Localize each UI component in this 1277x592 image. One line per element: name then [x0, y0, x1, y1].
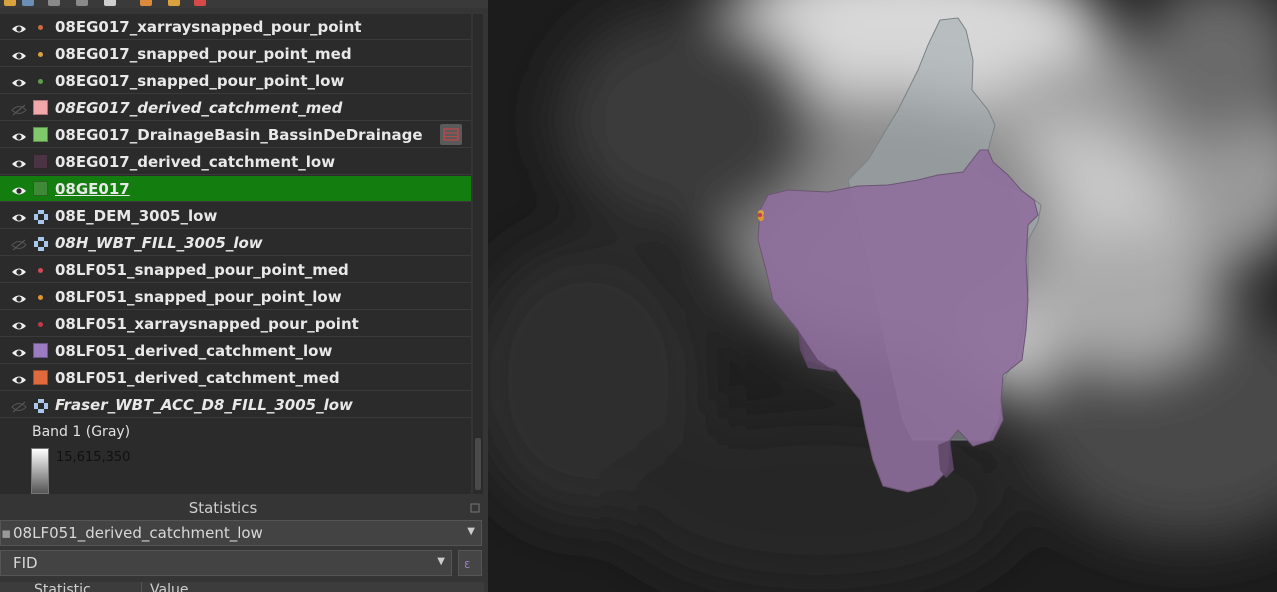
layer-name: 08E_DEM_3005_low — [55, 207, 218, 225]
eye-hidden-icon[interactable] — [11, 236, 27, 251]
layer-name: 08H_WBT_FILL_3005_low — [55, 234, 263, 252]
remove-layer-icon[interactable] — [194, 0, 206, 6]
scrollbar-thumb[interactable] — [475, 438, 481, 490]
layer-name: 08EG017_xarraysnapped_pour_point — [55, 18, 362, 36]
polygon-symbol-icon — [33, 127, 48, 142]
layer-row[interactable]: 08GE017 — [0, 176, 471, 202]
layer-tree: 08EG017_xarraysnapped_pour_point 08EG017_… — [0, 14, 471, 494]
eye-icon[interactable] — [11, 47, 27, 60]
column-header-value[interactable]: Value — [150, 582, 188, 592]
manage-map-themes-icon[interactable] — [168, 0, 180, 6]
raster-layer-icon — [34, 398, 48, 417]
expression-icon: ε — [464, 557, 471, 571]
layer-name: 08LF051_snapped_pour_point_low — [55, 288, 342, 306]
layer-name: 08LF051_snapped_pour_point_med — [55, 261, 349, 279]
eye-icon[interactable] — [11, 20, 27, 33]
filter-legend-icon[interactable] — [48, 0, 60, 6]
layer-row[interactable]: 08LF051_snapped_pour_point_med — [0, 257, 471, 283]
layer-row[interactable]: 08EG017_derived_catchment_low — [0, 149, 471, 175]
layer-name: 08LF051_derived_catchment_med — [55, 369, 340, 387]
map-canvas[interactable] — [488, 0, 1277, 592]
eye-icon[interactable] — [11, 371, 27, 384]
raster-layer-icon — [34, 236, 48, 255]
polygon-symbol-icon — [33, 154, 48, 169]
add-group-icon[interactable] — [22, 0, 34, 6]
column-header-statistic[interactable]: Statistic — [34, 582, 91, 592]
layer-row[interactable]: 08EG017_snapped_pour_point_low — [0, 68, 471, 94]
layer-row[interactable]: 08LF051_xarraysnapped_pour_point — [0, 311, 471, 337]
layer-row[interactable]: 08EG017_xarraysnapped_pour_point — [0, 14, 471, 40]
eye-icon[interactable] — [11, 263, 27, 276]
chevron-down-icon: ▼ — [437, 556, 445, 567]
layer-row[interactable]: 08EG017_DrainageBasin_BassinDeDrainage — [0, 122, 471, 148]
raster-layer-icon — [34, 209, 48, 228]
eye-icon[interactable] — [11, 182, 27, 195]
expression-button[interactable]: ε — [458, 550, 482, 576]
filter-expression-icon[interactable] — [76, 0, 88, 6]
layer-row[interactable]: 08E_DEM_3005_low — [0, 203, 471, 229]
eye-hidden-icon[interactable] — [11, 398, 27, 413]
layer-row[interactable]: 08LF051_snapped_pour_point_low — [0, 284, 471, 310]
statistics-layer-select[interactable]: ▪ 08LF051_derived_catchment_low ▼ — [0, 520, 482, 546]
statistics-table-header: Statistic Value — [0, 582, 484, 592]
layer-row[interactable]: Fraser_WBT_ACC_D8_FILL_3005_low — [0, 392, 471, 418]
layer-name: 08GE017 — [55, 180, 130, 198]
statistics-panel-title: Statistics — [188, 499, 258, 517]
map-view — [488, 0, 1277, 592]
expand-all-icon[interactable] — [104, 0, 116, 6]
layers-toolbar — [0, 0, 488, 8]
point-symbol-icon — [38, 295, 43, 300]
polygon-symbol-icon — [33, 181, 48, 196]
layer-row[interactable]: 08H_WBT_FILL_3005_low — [0, 230, 471, 256]
layer-name: 08EG017_snapped_pour_point_med — [55, 45, 352, 63]
point-symbol-icon — [38, 25, 43, 30]
layer-name: 08LF051_xarraysnapped_pour_point — [55, 315, 359, 333]
layer-row[interactable]: 08LF051_derived_catchment_low — [0, 338, 471, 364]
point-symbol-icon — [38, 268, 43, 273]
eye-icon[interactable] — [11, 344, 27, 357]
attribute-table-button[interactable] — [440, 124, 462, 145]
eye-hidden-icon[interactable] — [11, 101, 27, 116]
layers-panel: 08EG017_xarraysnapped_pour_point 08EG017_… — [0, 0, 488, 592]
point-symbol-icon — [38, 52, 43, 57]
eye-icon[interactable] — [11, 290, 27, 303]
layer-name: Fraser_WBT_ACC_D8_FILL_3005_low — [55, 396, 353, 414]
polygon-symbol-icon — [33, 100, 48, 115]
statistics-field-value: FID — [13, 554, 38, 572]
layer-tree-scrollbar[interactable] — [473, 14, 483, 494]
eye-icon[interactable] — [11, 209, 27, 222]
layer-name: 08EG017_derived_catchment_low — [55, 153, 336, 171]
statistics-field-select[interactable]: FID ▼ — [0, 550, 452, 576]
svg-text:ε: ε — [464, 557, 471, 571]
ramp-max-value: 15,615,350 — [56, 450, 131, 465]
eye-icon[interactable] — [11, 74, 27, 87]
open-layer-styling-icon[interactable] — [4, 0, 16, 6]
layer-row[interactable]: 08EG017_snapped_pour_point_med — [0, 41, 471, 67]
eye-icon[interactable] — [11, 317, 27, 330]
layer-name: 08EG017_snapped_pour_point_low — [55, 72, 345, 90]
raster-band-label: Band 1 (Gray) — [32, 424, 131, 440]
point-symbol-icon — [38, 322, 43, 327]
polygon-symbol-icon — [33, 343, 48, 358]
point-symbol-icon — [38, 79, 43, 84]
eye-icon[interactable] — [11, 155, 27, 168]
layer-row[interactable]: 08LF051_derived_catchment_med — [0, 365, 471, 391]
layer-name: 08EG017_DrainageBasin_BassinDeDrainage — [55, 126, 423, 144]
polygon-symbol-icon — [33, 370, 48, 385]
chevron-down-icon: ▼ — [467, 526, 475, 537]
eye-icon[interactable] — [11, 128, 27, 141]
color-ramp — [31, 448, 49, 494]
layer-name: 08EG017_derived_catchment_med — [55, 99, 343, 117]
collapse-all-icon[interactable] — [140, 0, 152, 6]
layer-name: 08LF051_derived_catchment_low — [55, 342, 333, 360]
float-panel-icon[interactable] — [470, 503, 480, 513]
layer-row[interactable]: 08EG017_derived_catchment_med — [0, 95, 471, 121]
statistics-layer-value: 08LF051_derived_catchment_low — [13, 524, 263, 542]
